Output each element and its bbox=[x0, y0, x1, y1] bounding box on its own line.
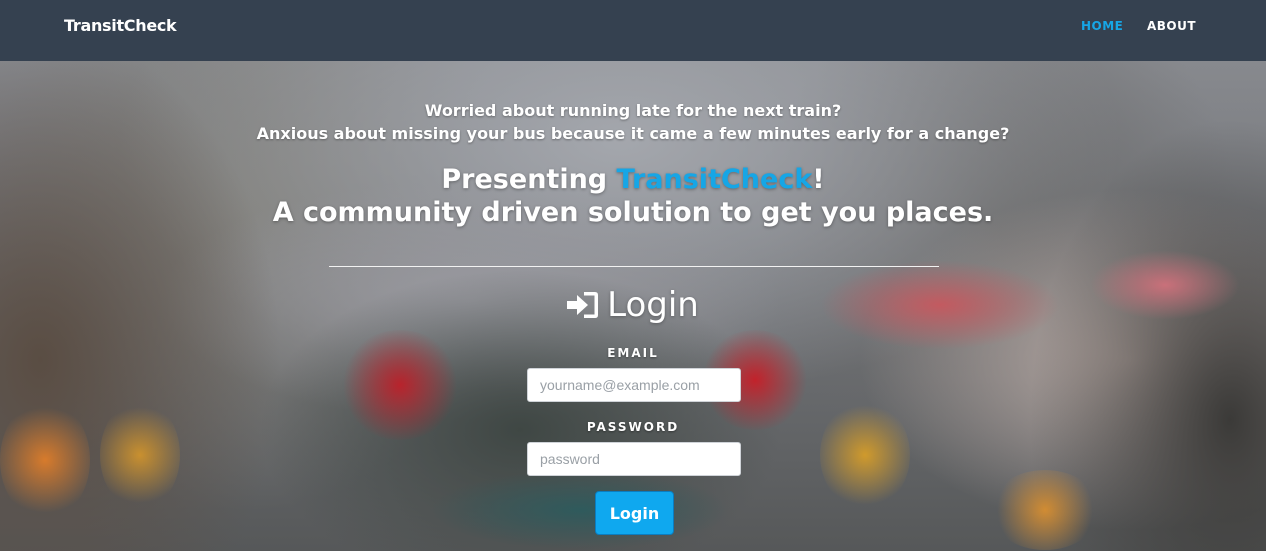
tagline-line-2: Anxious about missing your bus because i… bbox=[256, 124, 1010, 143]
password-label: PASSWORD bbox=[586, 420, 680, 434]
brand-logo-link[interactable]: TransitCheck bbox=[64, 16, 177, 35]
top-navbar: TransitCheck HOME ABOUT bbox=[0, 0, 1266, 61]
login-title-text: Login bbox=[607, 285, 699, 325]
sign-in-icon bbox=[567, 292, 599, 318]
divider bbox=[329, 266, 939, 267]
login-title: Login bbox=[0, 285, 1266, 325]
email-label: EMAIL bbox=[607, 346, 659, 360]
email-input[interactable] bbox=[527, 368, 741, 402]
login-button[interactable]: Login bbox=[595, 491, 674, 535]
tagline-line-1: Worried about running late for the next … bbox=[424, 101, 842, 120]
headline-prefix: Presenting bbox=[441, 164, 617, 195]
headline-line-1: Presenting TransitCheck! bbox=[0, 164, 1266, 195]
headline-suffix: ! bbox=[812, 164, 825, 195]
headline-brand: TransitCheck bbox=[616, 164, 813, 195]
nav-link-home[interactable]: HOME bbox=[1081, 19, 1123, 33]
nav-link-about[interactable]: ABOUT bbox=[1147, 19, 1196, 33]
password-input[interactable] bbox=[527, 442, 741, 476]
headline-line-2: A community driven solution to get you p… bbox=[272, 197, 994, 228]
